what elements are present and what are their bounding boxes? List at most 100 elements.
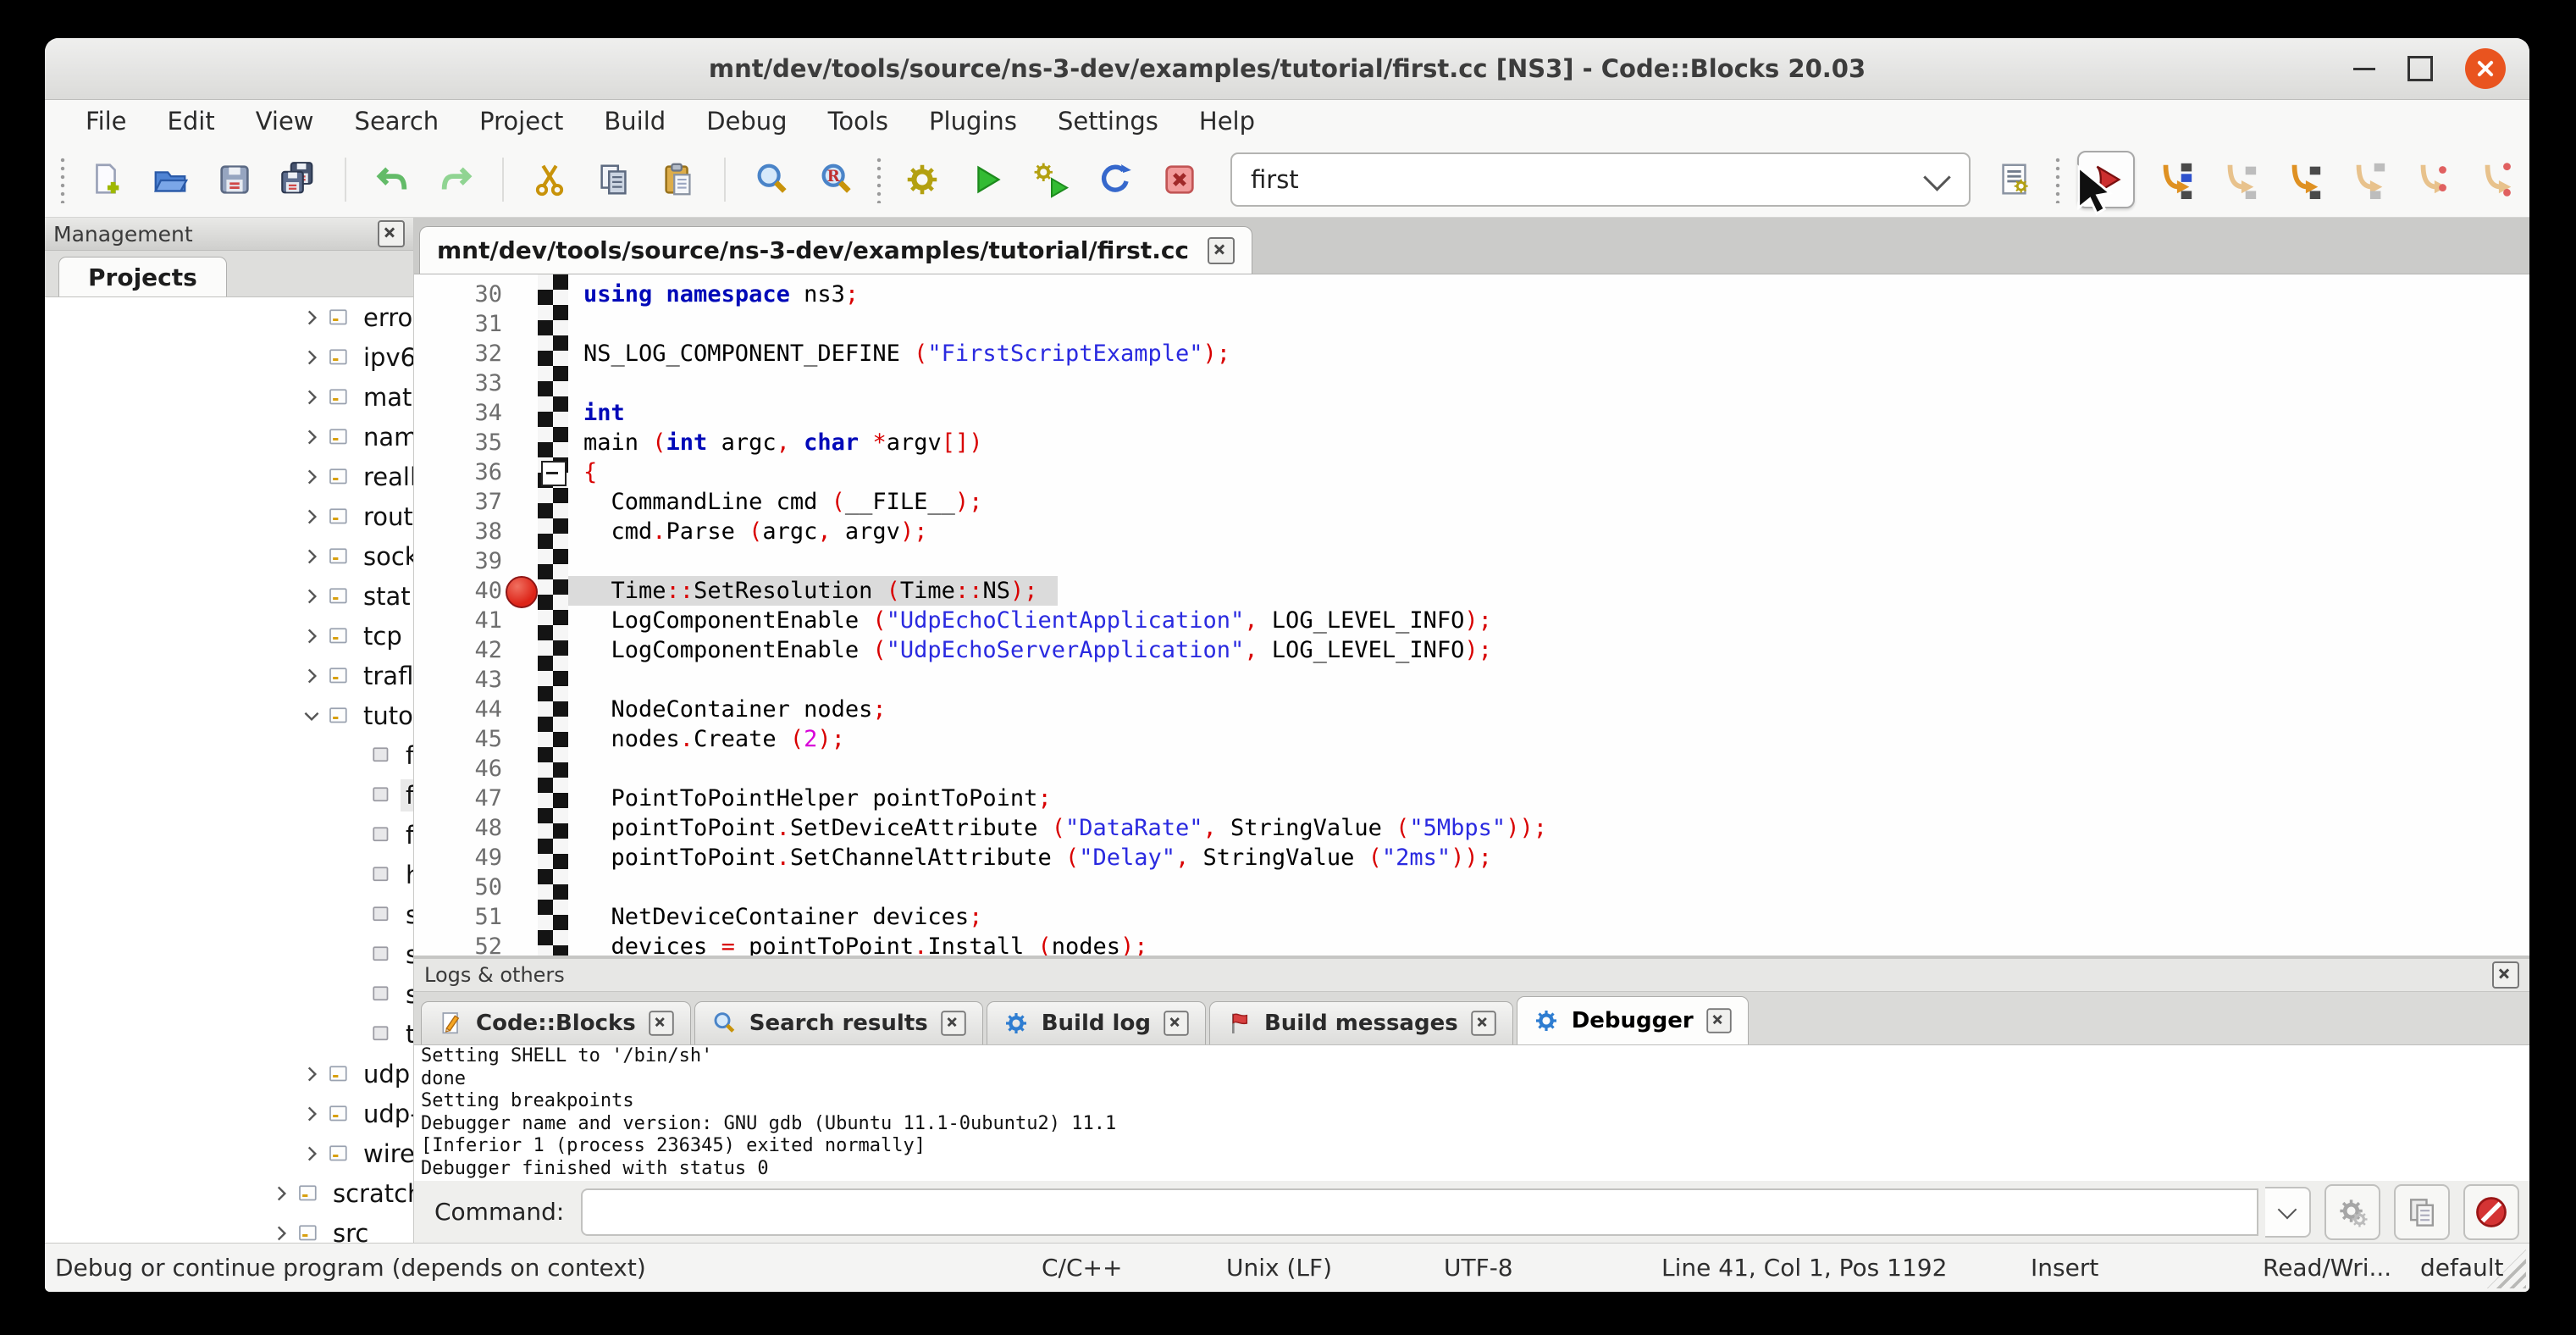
chevron-right-icon[interactable] bbox=[297, 1060, 326, 1088]
command-history-dropdown[interactable] bbox=[2265, 1187, 2311, 1238]
copy-contents-button[interactable] bbox=[2394, 1184, 2450, 1240]
tree-item-tcp[interactable]: tcp bbox=[45, 616, 413, 656]
tree-item-fif[interactable]: fif bbox=[45, 735, 413, 775]
tree-item-erro[interactable]: erro bbox=[45, 297, 413, 337]
chevron-right-icon[interactable] bbox=[297, 622, 326, 651]
new-file-button[interactable] bbox=[82, 154, 130, 205]
chevron-right-icon[interactable] bbox=[297, 502, 326, 531]
menu-item-file[interactable]: File bbox=[65, 100, 147, 142]
tab-close-icon[interactable] bbox=[941, 1011, 965, 1035]
run-button[interactable] bbox=[963, 154, 1010, 205]
maximize-icon[interactable] bbox=[2407, 56, 2433, 81]
tree-item-wire[interactable]: wire bbox=[45, 1133, 413, 1173]
tree-item-fo[interactable]: fo bbox=[45, 815, 413, 855]
chevron-right-icon[interactable] bbox=[297, 463, 326, 491]
tree-item-rout[interactable]: rout bbox=[45, 496, 413, 536]
tree-item-scratch[interactable]: scratch bbox=[45, 1173, 413, 1213]
chevron-right-icon[interactable] bbox=[297, 1100, 326, 1128]
management-close-icon[interactable] bbox=[378, 220, 405, 247]
abort-build-button[interactable] bbox=[1156, 154, 1203, 205]
replace-button[interactable]: R bbox=[812, 154, 860, 205]
chevron-right-icon[interactable] bbox=[297, 423, 326, 451]
step-into-button[interactable] bbox=[2280, 154, 2328, 205]
menu-item-edit[interactable]: Edit bbox=[147, 100, 235, 142]
next-instruction-button[interactable] bbox=[2409, 154, 2457, 205]
close-icon[interactable] bbox=[2465, 48, 2506, 89]
tree-item-stat[interactable]: stat bbox=[45, 576, 413, 616]
tab-search-results[interactable]: Search results bbox=[694, 1001, 983, 1044]
menu-item-search[interactable]: Search bbox=[334, 100, 460, 142]
menu-item-build[interactable]: Build bbox=[583, 100, 686, 142]
tab-projects[interactable]: Projects bbox=[58, 257, 227, 296]
command-input[interactable] bbox=[581, 1188, 2258, 1236]
chevron-right-icon[interactable] bbox=[297, 343, 326, 372]
tree-item-he[interactable]: he bbox=[45, 855, 413, 895]
menu-item-debug[interactable]: Debug bbox=[686, 100, 807, 142]
toolbar-grip[interactable] bbox=[58, 156, 67, 203]
step-out-button[interactable] bbox=[2345, 154, 2392, 205]
tree-item-udp[interactable]: udp bbox=[45, 1054, 413, 1094]
chevron-right-icon[interactable] bbox=[267, 1219, 296, 1244]
tab-close-icon[interactable] bbox=[649, 1011, 673, 1035]
tree-item-se[interactable]: se bbox=[45, 895, 413, 934]
toolbar-grip[interactable] bbox=[875, 156, 883, 203]
tree-item-ipv6[interactable]: ipv6 bbox=[45, 337, 413, 377]
tab-debugger[interactable]: Debugger bbox=[1517, 996, 1749, 1044]
undo-button[interactable] bbox=[368, 154, 416, 205]
menu-item-project[interactable]: Project bbox=[459, 100, 583, 142]
code-editor[interactable]: 30using namespace ns3;3132NS_LOG_COMPONE… bbox=[414, 274, 2529, 956]
title-bar[interactable]: mnt/dev/tools/source/ns-3-dev/examples/t… bbox=[45, 38, 2529, 100]
menu-item-plugins[interactable]: Plugins bbox=[909, 100, 1037, 142]
search-combobox[interactable]: first bbox=[1230, 152, 1971, 207]
find-button[interactable] bbox=[748, 154, 795, 205]
menu-item-help[interactable]: Help bbox=[1179, 100, 1275, 142]
menu-item-view[interactable]: View bbox=[235, 100, 334, 142]
tree-item-th[interactable]: th bbox=[45, 1014, 413, 1054]
cut-button[interactable] bbox=[526, 154, 573, 205]
tree-item-src[interactable]: src bbox=[45, 1213, 413, 1243]
chevron-right-icon[interactable] bbox=[297, 1139, 326, 1168]
tree-item-mat[interactable]: mat bbox=[45, 377, 413, 417]
tab-code-blocks[interactable]: Code::Blocks bbox=[421, 1001, 691, 1044]
fold-collapse-icon[interactable] bbox=[541, 461, 567, 486]
tab-build-messages[interactable]: Build messages bbox=[1209, 1001, 1513, 1044]
toolbar-grip[interactable] bbox=[2054, 156, 2062, 203]
tree-item-udp-[interactable]: udp- bbox=[45, 1094, 413, 1133]
tree-item-trafl[interactable]: trafl bbox=[45, 656, 413, 695]
menu-item-settings[interactable]: Settings bbox=[1037, 100, 1179, 142]
debug-windows-button[interactable] bbox=[2324, 1184, 2380, 1240]
tree-item-se[interactable]: se bbox=[45, 934, 413, 974]
next-line-button[interactable] bbox=[2216, 154, 2264, 205]
save-file-button[interactable] bbox=[211, 154, 258, 205]
clear-contents-button[interactable] bbox=[2463, 1184, 2519, 1240]
open-file-button[interactable] bbox=[146, 154, 194, 205]
chevron-right-icon[interactable] bbox=[297, 662, 326, 690]
save-all-button[interactable] bbox=[275, 154, 323, 205]
editor-tab[interactable]: mnt/dev/tools/source/ns-3-dev/examples/t… bbox=[419, 226, 1252, 274]
rebuild-button[interactable] bbox=[1092, 154, 1139, 205]
menu-item-tools[interactable]: Tools bbox=[808, 100, 909, 142]
chevron-right-icon[interactable] bbox=[297, 303, 326, 332]
tab-close-icon[interactable] bbox=[1164, 1011, 1188, 1035]
project-tree[interactable]: erroipv6matnamreallroutsockstattcptraflt… bbox=[45, 297, 413, 1243]
paste-button[interactable] bbox=[655, 154, 702, 205]
tree-item-six[interactable]: six bbox=[45, 974, 413, 1014]
chevron-down-icon[interactable] bbox=[297, 701, 326, 730]
editor-tab-close-icon[interactable] bbox=[1208, 237, 1235, 264]
step-into-instruction-button[interactable] bbox=[2474, 154, 2521, 205]
incremental-search-button[interactable] bbox=[1991, 154, 2038, 205]
chevron-right-icon[interactable] bbox=[297, 542, 326, 571]
build-button[interactable] bbox=[898, 154, 946, 205]
redo-button[interactable] bbox=[433, 154, 480, 205]
tree-item-fir[interactable]: fir bbox=[45, 775, 413, 815]
breakpoint-icon[interactable] bbox=[506, 576, 538, 608]
copy-button[interactable] bbox=[590, 154, 638, 205]
chevron-down-icon[interactable] bbox=[1923, 163, 1951, 191]
chevron-right-icon[interactable] bbox=[297, 383, 326, 412]
logs-close-icon[interactable] bbox=[2492, 961, 2519, 989]
tree-item-sock[interactable]: sock bbox=[45, 536, 413, 576]
tab-close-icon[interactable] bbox=[1471, 1011, 1495, 1035]
tab-close-icon[interactable] bbox=[1706, 1008, 1731, 1033]
tree-item-tuto[interactable]: tuto bbox=[45, 695, 413, 735]
tab-build-log[interactable]: Build log bbox=[987, 1001, 1206, 1044]
